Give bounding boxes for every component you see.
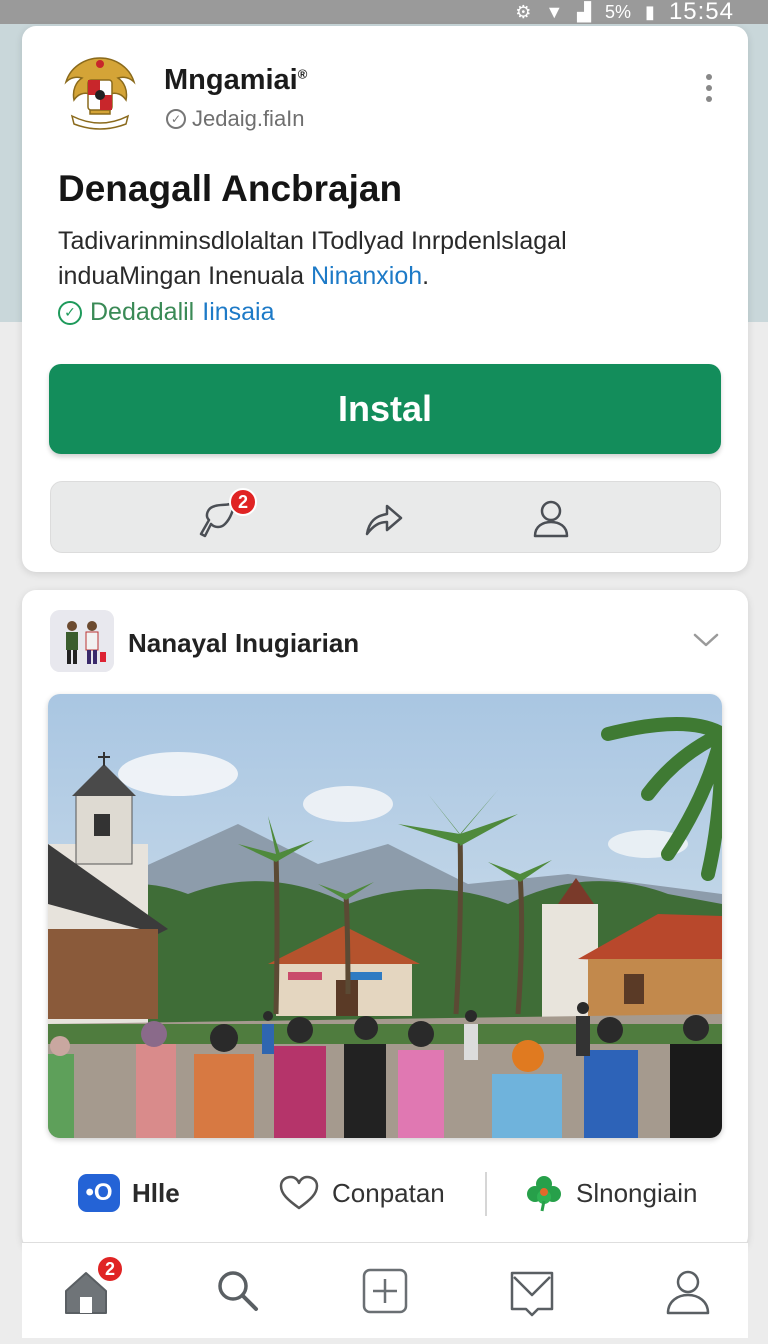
- comment-label: Hlle: [132, 1177, 180, 1208]
- wifi-icon: ▼: [545, 1, 564, 22]
- status-time: 15:54: [668, 0, 734, 25]
- post-photo-village[interactable]: [48, 694, 722, 1138]
- app-action-bar: 2: [50, 481, 721, 553]
- post-actions: •O Hlle Conpatan Slnongiain: [22, 1162, 748, 1224]
- like-button[interactable]: Conpatan: [278, 1170, 445, 1216]
- bottom-navigation: 2: [22, 1242, 748, 1338]
- share-arrow-icon[interactable]: [359, 494, 407, 542]
- clover-share-icon: [527, 1176, 561, 1212]
- app-title: Denagall Ancbrajan: [58, 168, 403, 209]
- status-bar: ⚙ ▼ ▟ 5% ▮ 15:54: [0, 0, 768, 25]
- action-divider: [485, 1172, 487, 1216]
- post-avatar[interactable]: [50, 610, 114, 672]
- more-options-icon[interactable]: [706, 74, 714, 102]
- share-button[interactable]: Slnongiain: [524, 1170, 697, 1216]
- profile-icon[interactable]: [527, 494, 575, 542]
- account-icon[interactable]: [662, 1265, 714, 1317]
- app-card: Mngamiai® ✓ Jedaig.fiaIn Denagall Ancbra…: [22, 26, 748, 572]
- app-handle[interactable]: ✓ Jedaig.fiaIn: [166, 106, 305, 132]
- verified-status: ✓ Dedadalil Iinsaia: [58, 298, 275, 327]
- check-circle-icon: ✓: [58, 300, 82, 325]
- comment-button[interactable]: •O Hlle: [78, 1170, 180, 1216]
- battery-text: 5%: [605, 1, 632, 22]
- post-card: Nanayal Inugiarian •O Hlle Conpatan Slno…: [22, 590, 748, 1250]
- heart-icon: [279, 1175, 319, 1210]
- home-notification-badge: 2: [96, 1255, 124, 1283]
- chat-bubble-icon: •O: [78, 1174, 120, 1212]
- search-icon[interactable]: [212, 1265, 264, 1317]
- signal-icon: ▟: [577, 1, 592, 22]
- app-description: Tadivarinminsdlolaltan ITodlyad Inrpdenl…: [58, 227, 567, 290]
- description-link[interactable]: Ninanxioh: [311, 262, 422, 290]
- install-button[interactable]: Instal: [49, 364, 721, 454]
- post-title: Nanayal Inugiarian: [128, 628, 360, 658]
- app-logo-emblem: [64, 57, 136, 130]
- like-label: Conpatan: [332, 1177, 445, 1208]
- messages-icon[interactable]: [506, 1265, 558, 1317]
- app-name: Mngamiai®: [164, 64, 308, 96]
- notification-badge: 2: [229, 488, 257, 516]
- battery-icon: ▮: [645, 1, 655, 22]
- chevron-down-icon[interactable]: [692, 630, 720, 650]
- verified-circle-icon: ✓: [166, 109, 186, 129]
- add-post-icon[interactable]: [359, 1265, 411, 1317]
- share-label: Slnongiain: [576, 1177, 698, 1208]
- settings-icon: ⚙: [515, 1, 532, 22]
